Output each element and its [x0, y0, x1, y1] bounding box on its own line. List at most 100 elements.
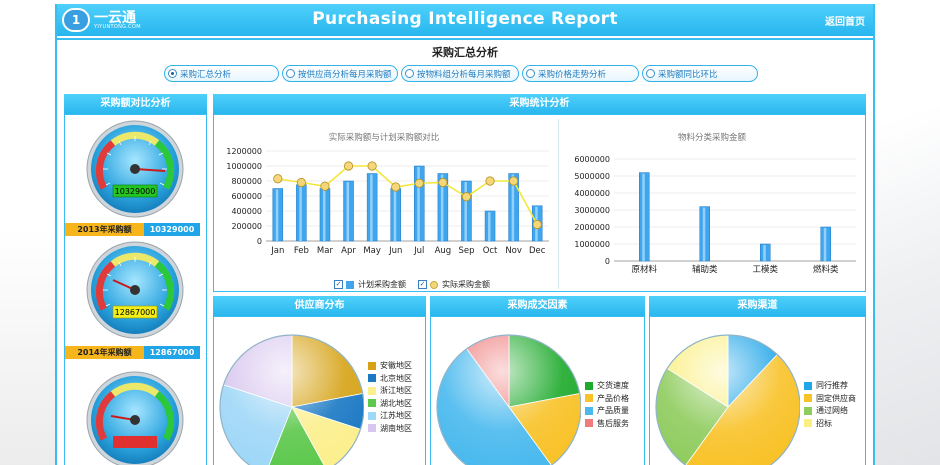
year-value: 10329000 [144, 223, 200, 236]
section-title: 采购汇总分析 [432, 46, 498, 59]
legend-item[interactable]: 产品质量 [585, 405, 629, 416]
y-tick-label: 1000000 [574, 240, 610, 249]
tab-by-material-group[interactable]: 按物料组分析每月采购额 [401, 65, 519, 82]
legend-label: 同行推荐 [816, 381, 848, 390]
series-line [277, 165, 538, 225]
radio-icon [168, 69, 177, 78]
x-tick-label: Jun [388, 246, 402, 256]
y-tick-label: 0 [605, 257, 610, 266]
line-point [367, 161, 377, 171]
gauge-value-text: 12867000 [115, 308, 156, 317]
legend-swatch [585, 419, 593, 427]
legend-actual[interactable]: ✓ 实际采购金额 [418, 279, 490, 290]
legend-label: 计划采购金额 [358, 280, 406, 289]
factors-panel: 交货速度产品价格产品质量售后服务 [430, 316, 645, 465]
channel-panel-title: 采购渠道 [649, 296, 866, 316]
x-tick-label: Aug [435, 246, 452, 256]
supplier-panel: 安徽地区北京地区浙江地区湖北地区江苏地区湖南地区 [213, 316, 426, 465]
legend-planned[interactable]: ✓ 计划采购金额 [334, 279, 406, 290]
bar-line-chart: 0 200000 400000 600000 800000 1000000 1200000 J… [226, 147, 549, 256]
legend-item[interactable]: 湖南地区 [368, 423, 412, 434]
tab-by-supplier[interactable]: 按供应商分析每月采购额 [282, 65, 398, 82]
tab-label: 采购汇总分析 [180, 69, 232, 80]
stats-panel: 实际采购额与计划采购额对比 0 200000 400000 600000 800000 1… [213, 114, 866, 292]
legend-label: 实际采购金额 [442, 280, 490, 289]
legend-item[interactable]: 浙江地区 [368, 385, 412, 396]
legend-item[interactable]: 通过网络 [804, 405, 848, 416]
x-tick-label: May [363, 246, 381, 256]
year-label: 2013年采购额 [65, 223, 144, 236]
x-tick-label: Apr [341, 246, 356, 256]
gauge-dial: 10329000 [86, 120, 184, 218]
checkbox-icon: ✓ [334, 280, 343, 289]
background-left [0, 230, 56, 465]
tab-price-trend[interactable]: 采购价格走势分析 [522, 65, 639, 82]
tab-yoy-mom[interactable]: 采购额同比环比 [642, 65, 758, 82]
page-title: Purchasing Intelligence Report [312, 9, 618, 29]
pie-gloss [437, 335, 581, 465]
y-tick-label: 400000 [231, 207, 262, 216]
stats-panel-title: 采购统计分析 [213, 94, 866, 114]
legend-swatch [585, 381, 593, 390]
report-frame: 1 一云通 YIYUNTONG.COM Purchasing Intellige… [55, 4, 875, 465]
legend-item[interactable]: 交货速度 [585, 380, 629, 391]
tab-label: 采购价格走势分析 [538, 69, 607, 80]
year-label: 2014年采购额 [65, 346, 144, 359]
tab-summary[interactable]: 采购汇总分析 [164, 65, 279, 82]
legend-label: 湖北地区 [380, 398, 412, 408]
bar-highlight [299, 185, 302, 241]
legend-swatch [804, 394, 812, 402]
bar-highlight [763, 245, 766, 261]
x-tick-label: 原材料 [631, 264, 657, 275]
legend-item[interactable]: 湖北地区 [368, 398, 412, 409]
y-tick-label: 800000 [231, 177, 262, 186]
y-tick-label: 6000000 [574, 155, 610, 164]
line-point [509, 176, 519, 186]
material-bar-chart: 0 1000000 2000000 3000000 4000000 5000000 6000… [574, 155, 856, 275]
legend-item[interactable]: 同行推荐 [804, 380, 848, 391]
legend-label: 招标 [816, 418, 832, 428]
bar-highlight [346, 182, 350, 241]
bar-highlight [464, 182, 467, 241]
legend-item[interactable]: 产品价格 [585, 393, 629, 404]
legend-swatch [346, 280, 354, 289]
bar-highlight [642, 173, 645, 261]
pie-gloss [220, 335, 364, 465]
bar-line-chart-title: 实际采购额与计划采购额对比 [328, 133, 440, 143]
legend-item[interactable]: 安徽地区 [368, 360, 412, 371]
bar-highlight [417, 167, 420, 241]
x-tick-label: Jul [413, 246, 424, 256]
y-tick-label: 1000000 [226, 162, 262, 171]
channel-pie-chart [655, 334, 800, 465]
x-tick-label: Mar [317, 246, 334, 256]
legend-item[interactable]: 招标 [804, 418, 832, 429]
gauge-dial: 12867000 [86, 241, 184, 339]
tab-label: 采购额同比环比 [658, 69, 718, 80]
y-tick-label: 3000000 [574, 206, 610, 215]
x-tick-label: Nov [505, 246, 522, 256]
legend-item[interactable]: 固定供应商 [804, 393, 856, 404]
tab-label: 按供应商分析每月采购额 [298, 69, 392, 80]
bar-highlight [275, 189, 279, 241]
home-link[interactable]: 返回首页 [825, 13, 865, 28]
channel-panel: 同行推荐固定供应商 通过网络招标 [649, 316, 866, 465]
y-tick-label: 1200000 [226, 147, 262, 156]
legend-label: 产品质量 [597, 406, 629, 415]
legend-label: 湖南地区 [380, 423, 412, 433]
line-point [343, 161, 354, 171]
legend-item[interactable]: 北京地区 [368, 373, 412, 384]
legend-swatch [368, 399, 376, 407]
bar-highlight [823, 228, 827, 261]
x-tick-label: Feb [294, 246, 309, 256]
gauge-value-text: 10329000 [115, 187, 156, 196]
legend-item[interactable]: 售后服务 [585, 418, 629, 429]
line-point [532, 219, 542, 230]
legend-item[interactable]: 江苏地区 [368, 410, 412, 421]
legend-label: 产品价格 [597, 393, 629, 403]
legend-swatch [585, 406, 593, 415]
legend-swatch [368, 411, 376, 420]
y-tick-label: 0 [257, 237, 262, 246]
year-bar-2013: 2013年采购额 10329000 [65, 223, 200, 236]
x-tick-label: Sep [458, 246, 474, 256]
legend-label: 北京地区 [380, 373, 412, 383]
